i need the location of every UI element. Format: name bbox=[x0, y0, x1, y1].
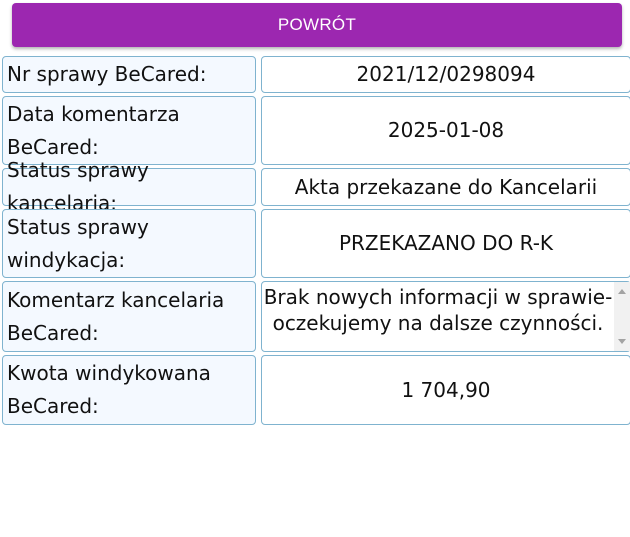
scroll-up-arrow-icon[interactable] bbox=[618, 289, 626, 294]
comment-scrollbar[interactable] bbox=[614, 282, 630, 351]
law-firm-status-label: Status sprawy kancelaria: bbox=[2, 158, 256, 215]
recovered-amount-label: Kwota windykowana BeCared: bbox=[2, 355, 256, 425]
scroll-down-arrow-icon[interactable] bbox=[618, 339, 626, 344]
collection-status-label: Status sprawy windykacja: bbox=[2, 209, 256, 278]
case-number-value: 2021/12/0298094 bbox=[261, 56, 630, 93]
case-number-label: Nr sprawy BeCared: bbox=[2, 56, 256, 93]
law-firm-comment-text: Brak nowych informacji w sprawie- oczeku… bbox=[263, 285, 613, 335]
back-button[interactable]: POWRÓT bbox=[12, 3, 622, 47]
law-firm-comment-label: Komentarz kancelaria BeCared: bbox=[2, 281, 256, 352]
collection-status-value: PRZEKAZANO DO R-K bbox=[261, 209, 630, 278]
law-firm-status-value: Akta przekazane do Kancelarii bbox=[261, 168, 630, 206]
law-firm-comment-field[interactable]: Brak nowych informacji w sprawie- oczeku… bbox=[261, 281, 630, 352]
recovered-amount-value: 1 704,90 bbox=[261, 355, 630, 425]
comment-date-value: 2025-01-08 bbox=[261, 96, 630, 165]
